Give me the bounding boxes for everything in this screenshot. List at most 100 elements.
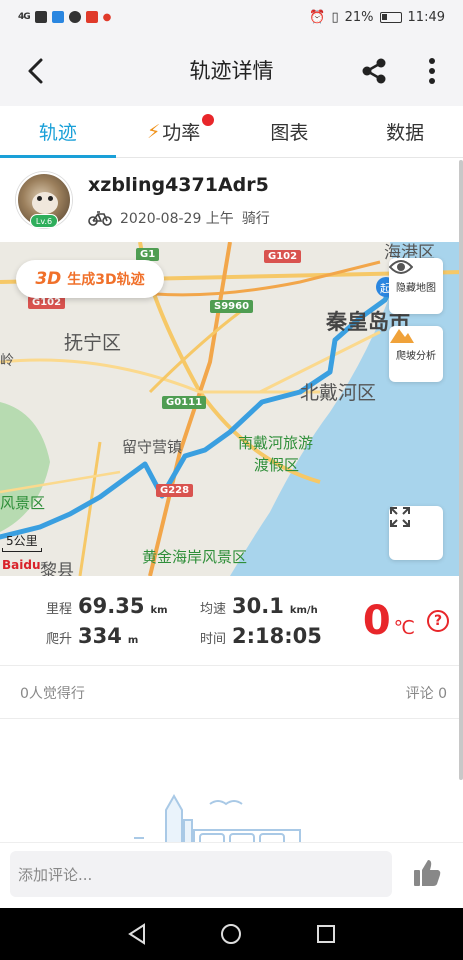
comment-input[interactable]: 添加评论...: [10, 851, 392, 897]
map-scale-label: 5公里: [6, 534, 38, 548]
square-recents-icon: [316, 925, 335, 943]
avatar-eye: [37, 196, 42, 201]
map-label-dujia: 渡假区: [254, 456, 300, 474]
thumbs-up-icon: [414, 860, 441, 886]
climb-unit: m: [127, 635, 139, 646]
empty-comments-illustration: [134, 793, 301, 846]
stat-climb: 爬升 334 m: [46, 624, 138, 648]
taobao-icon: ●: [102, 11, 112, 23]
stat-speed: 均速 30.1 km/h: [200, 594, 318, 618]
system-nav-bar: [0, 908, 463, 960]
temperature-unit: ℃: [393, 617, 415, 639]
comment-bar: 添加评论...: [0, 842, 463, 908]
3d-label: 3D: [35, 269, 62, 289]
tab-bar: 轨迹 ⚡ 功率 图表 数据: [0, 106, 463, 158]
ride-activity: 骑行: [241, 211, 270, 227]
alarm-icon: ⏰: [309, 9, 326, 25]
vibrate-icon: ▯: [331, 9, 339, 25]
map-label-fengjing: 风景区: [0, 494, 46, 512]
status-left: 4G ●: [18, 11, 111, 23]
generate-3d-button[interactable]: 3D 生成3D轨迹: [16, 260, 164, 298]
page-title: 轨迹详情: [189, 59, 274, 83]
stat-distance: 里程 69.35 km: [46, 594, 168, 618]
distance-unit: km: [150, 605, 168, 616]
circle-home-icon: [221, 924, 242, 944]
highway-shield: S9960: [210, 300, 254, 313]
stat-time: 时间 2:18:05: [200, 624, 322, 648]
nav-home-button[interactable]: [219, 922, 243, 946]
highway-shield: G228: [156, 484, 194, 497]
help-icon[interactable]: ?: [427, 610, 449, 632]
scrollbar[interactable]: [459, 160, 463, 780]
tab-data[interactable]: 数据: [347, 106, 463, 157]
baidu-logo: Baidu: [2, 558, 41, 572]
nav-recents-button[interactable]: [314, 922, 338, 946]
comments-count[interactable]: 评论 0: [406, 683, 447, 703]
like-button[interactable]: [409, 855, 445, 891]
map-label-funing: 抚宁区: [64, 332, 122, 354]
notification-dot: [201, 114, 214, 126]
battery-percent: 21%: [344, 9, 374, 25]
generate-3d-label: 生成3D轨迹: [67, 272, 145, 288]
tab-label: 图表: [270, 122, 309, 144]
fullscreen-button[interactable]: [389, 506, 443, 560]
climb-analysis-button[interactable]: 爬坡分析: [389, 326, 443, 382]
distance-label: 里程: [46, 602, 73, 617]
eye-icon: [389, 260, 413, 274]
clock: 11:49: [407, 9, 445, 25]
more-vertical-icon: [429, 58, 435, 84]
map-label-changli: 黎县: [40, 561, 74, 576]
speed-label: 均速: [200, 602, 227, 617]
level-badge: Lv.6: [30, 214, 58, 228]
bicycle-icon: [88, 211, 112, 226]
hide-map-label: 隐藏地图: [396, 282, 436, 294]
username[interactable]: xzbling4371Adr5: [88, 174, 269, 196]
temperature: 0 ℃: [363, 598, 415, 644]
highway-shield: G102: [264, 250, 302, 263]
wechat-icon: [68, 11, 81, 23]
avatar-face: [32, 192, 58, 214]
back-button[interactable]: [18, 54, 52, 88]
mcdonalds-icon: [85, 11, 98, 23]
signal-indicator: 4G: [18, 12, 31, 22]
tab-charts[interactable]: 图表: [232, 106, 348, 157]
climb-value: 334: [78, 624, 122, 648]
battery-icon: [379, 11, 402, 23]
mountain-icon: [390, 329, 414, 343]
status-right: ⏰ ▯ 21% 11:49: [309, 10, 445, 25]
map-label-ling: 岭: [0, 353, 14, 369]
route-map[interactable]: 起 秦皇岛市 抚宁区 北戴河区 留守营镇 南戴河旅游 渡假区 黄金海岸风景区 风…: [0, 242, 463, 576]
triangle-back-icon: [128, 923, 146, 945]
lightning-icon: ⚡: [146, 120, 161, 143]
chevron-left-icon: [28, 58, 43, 84]
ride-meta: 2020-08-29 上午 骑行: [88, 208, 270, 228]
map-label-huangjin: 黄金海岸风景区: [142, 548, 248, 566]
ride-date: 2020-08-29 上午: [120, 211, 234, 227]
distance-value: 69.35: [78, 594, 145, 618]
tab-label: 轨迹: [38, 122, 77, 144]
highway-shield: G0111: [162, 396, 207, 409]
time-value: 2:18:05: [232, 624, 322, 648]
map-label-nandaihe: 南戴河旅游: [238, 434, 314, 452]
likes-count[interactable]: 0人觉得行: [20, 683, 85, 703]
climb-label: 爬升: [46, 632, 73, 647]
hide-map-button[interactable]: 隐藏地图: [389, 258, 443, 314]
time-label: 时间: [200, 632, 227, 647]
avatar-eye: [48, 196, 53, 201]
more-button[interactable]: [415, 54, 449, 88]
app-notification-icon: [51, 11, 64, 23]
notification-icon: [34, 11, 47, 23]
map-label-beidaihe: 北戴河区: [300, 382, 377, 404]
tab-label: 数据: [386, 122, 425, 144]
tab-label: 功率: [162, 122, 201, 144]
speed-value: 30.1: [232, 594, 284, 618]
profile-row: Lv.6 xzbling4371Adr5 2020-08-29 上午 骑行: [0, 160, 463, 242]
speed-unit: km/h: [289, 605, 318, 616]
tab-power[interactable]: ⚡ 功率: [116, 106, 232, 157]
share-button[interactable]: [357, 54, 391, 88]
status-bar: 4G ● ⏰ ▯ 21% 11:49: [0, 0, 463, 34]
nav-back-button[interactable]: [125, 922, 149, 946]
climb-analysis-label: 爬坡分析: [396, 350, 436, 362]
tab-track[interactable]: 轨迹: [0, 106, 116, 158]
expand-icon: [390, 507, 410, 527]
